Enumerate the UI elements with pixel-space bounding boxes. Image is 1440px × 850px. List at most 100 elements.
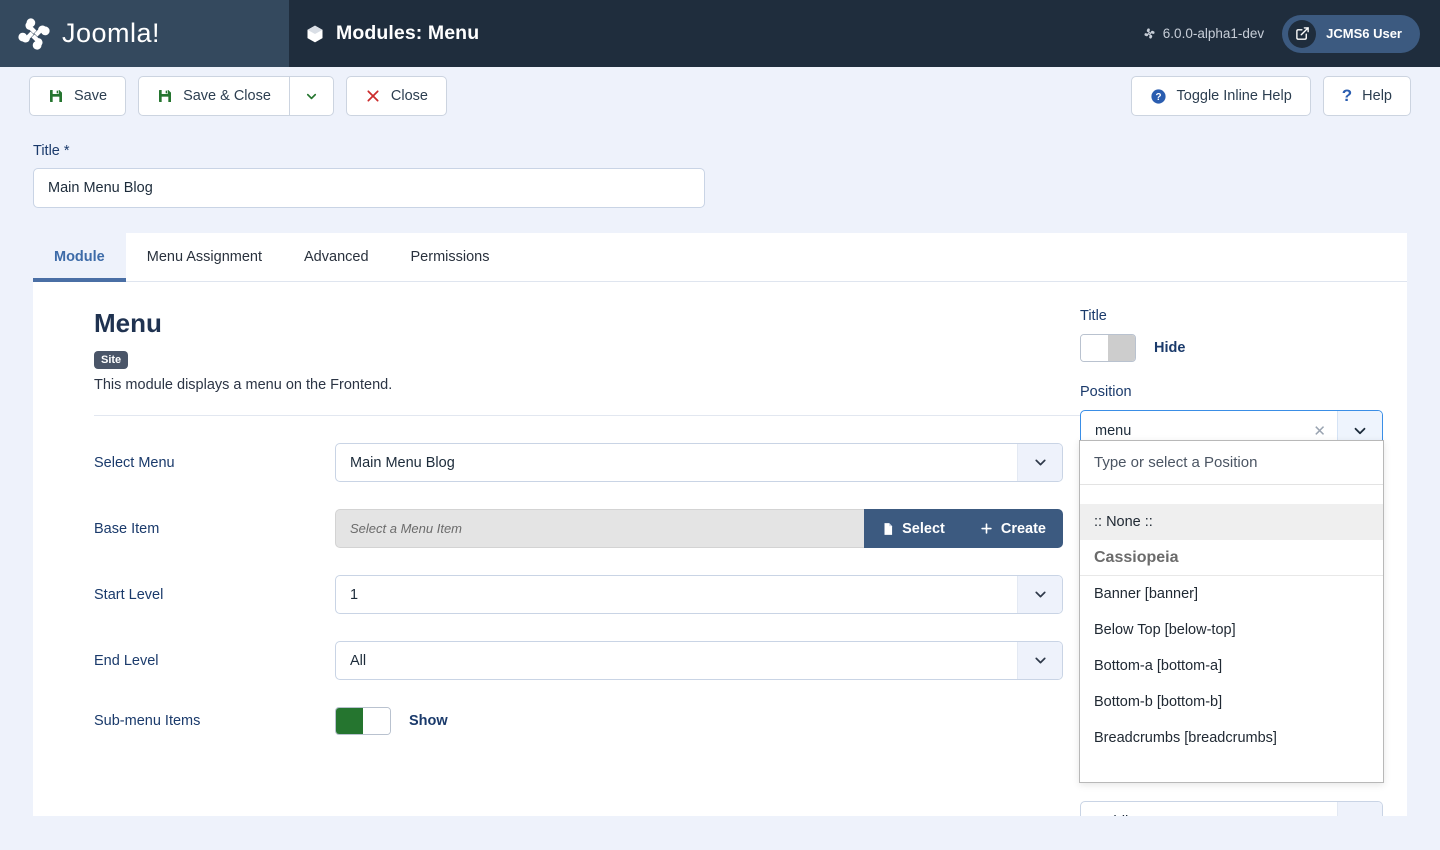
- base-item-input[interactable]: Select a Menu Item: [335, 509, 864, 548]
- toolbar: Save Save & Close Close: [0, 67, 1440, 125]
- question-mark-icon: ?: [1342, 86, 1352, 106]
- chevron-down-icon: [1017, 576, 1062, 613]
- end-level-value: All: [350, 653, 366, 669]
- submenu-items-state: Show: [409, 713, 448, 729]
- field-row-start-level: Start Level 1: [94, 575, 1063, 614]
- toggle-inline-help-button[interactable]: ? Toggle Inline Help: [1131, 76, 1311, 116]
- file-icon: [881, 521, 895, 537]
- chevron-down-icon: [1017, 444, 1062, 481]
- toggle-on-half: [336, 708, 363, 734]
- svg-text:?: ?: [1155, 92, 1161, 103]
- base-item-label: Base Item: [94, 521, 335, 537]
- tab-permissions[interactable]: Permissions: [390, 233, 511, 282]
- cube-icon: [305, 24, 325, 44]
- floppy-disk-icon: [48, 88, 64, 104]
- end-level-label: End Level: [94, 653, 335, 669]
- module-heading: Menu: [94, 308, 1063, 339]
- access-select[interactable]: Public: [1080, 801, 1383, 816]
- brand-label: Joomla!: [62, 18, 160, 49]
- tab-bar: Module Menu Assignment Advanced Permissi…: [33, 233, 1407, 282]
- module-main-column: Menu Site This module displays a menu on…: [33, 282, 1063, 816]
- submenu-items-label: Sub-menu Items: [94, 713, 335, 729]
- divider: [94, 415, 1084, 416]
- help-button[interactable]: ? Help: [1323, 76, 1411, 116]
- base-item-control: Select a Menu Item Select Create: [335, 509, 1063, 548]
- toolbar-right-group: ? Toggle Inline Help ? Help: [1131, 76, 1412, 116]
- sidebar-position-label: Position: [1080, 384, 1373, 400]
- module-sidebar-column: Title Hide Public Position menu ✕: [1063, 282, 1407, 816]
- dropdown-option-banner[interactable]: Banner [banner]: [1080, 576, 1383, 612]
- title-visibility-toggle[interactable]: [1080, 334, 1136, 362]
- page-title: Modules: Menu: [336, 22, 479, 45]
- start-level-value: 1: [350, 587, 358, 603]
- base-item-select-button[interactable]: Select: [864, 509, 962, 548]
- field-row-base-item: Base Item Select a Menu Item Select Crea…: [94, 509, 1063, 548]
- sidebar-title-label: Title: [1080, 308, 1373, 324]
- clear-x-icon[interactable]: ✕: [1313, 422, 1326, 440]
- end-level-dropdown[interactable]: All: [335, 641, 1063, 680]
- base-item-create-label: Create: [1001, 521, 1046, 537]
- joomla-logo[interactable]: Joomla!: [14, 14, 160, 54]
- app-header: Joomla! Modules: Menu 6.0.0-a: [0, 0, 1440, 67]
- brand-area: Joomla!: [0, 0, 289, 67]
- base-item-select-label: Select: [902, 521, 945, 537]
- dropdown-option-below-top[interactable]: Below Top [below-top]: [1080, 612, 1383, 648]
- version-badge: 6.0.0-alpha1-dev: [1143, 26, 1264, 41]
- select-menu-label: Select Menu: [94, 455, 335, 471]
- chevron-down-icon: [1337, 802, 1382, 816]
- field-row-submenu-items: Sub-menu Items Show: [94, 707, 1063, 735]
- title-field-block: Title *: [0, 125, 1440, 208]
- toggle-off-half: [363, 708, 390, 734]
- field-row-end-level: End Level All: [94, 641, 1063, 680]
- start-level-label: Start Level: [94, 587, 335, 603]
- base-item-create-button[interactable]: Create: [962, 509, 1063, 548]
- question-circle-icon: ?: [1150, 88, 1167, 105]
- dropdown-blank-option[interactable]: [1080, 485, 1383, 504]
- tab-advanced[interactable]: Advanced: [283, 233, 390, 282]
- close-button-label: Close: [391, 88, 428, 104]
- joomla-mark-icon: [1143, 27, 1156, 40]
- user-menu-button[interactable]: JCMS6 User: [1282, 15, 1420, 53]
- joomla-mark-icon: [14, 14, 54, 54]
- sidebar-title-group: Title Hide: [1080, 308, 1373, 362]
- submenu-items-toggle[interactable]: [335, 707, 391, 735]
- chevron-down-icon: [1017, 642, 1062, 679]
- plus-icon: [979, 521, 994, 536]
- dropdown-group-cassiopeia: Cassiopeia: [1080, 540, 1383, 576]
- dropdown-option-bottom-a[interactable]: Bottom-a [bottom-a]: [1080, 648, 1383, 684]
- access-value: Public: [1095, 813, 1136, 816]
- header-main: Modules: Menu 6.0.0-alpha1-dev: [289, 0, 1440, 67]
- select-menu-dropdown[interactable]: Main Menu Blog: [335, 443, 1063, 482]
- dropdown-option-bottom-b[interactable]: Bottom-b [bottom-b]: [1080, 684, 1383, 720]
- save-and-close-button[interactable]: Save & Close: [138, 76, 289, 116]
- tab-menu-assignment[interactable]: Menu Assignment: [126, 233, 283, 282]
- title-field-label: Title *: [33, 143, 1407, 159]
- site-badge: Site: [94, 351, 128, 369]
- dropdown-option-none[interactable]: :: None ::: [1080, 504, 1383, 540]
- dropdown-option-breadcrumbs[interactable]: Breadcrumbs [breadcrumbs]: [1080, 720, 1383, 756]
- save-dropdown-toggle[interactable]: [289, 76, 334, 116]
- position-value: menu: [1095, 423, 1131, 439]
- tabs-container: Module Menu Assignment Advanced Permissi…: [33, 233, 1407, 282]
- toggle-off-half: [1108, 335, 1135, 361]
- module-description: This module displays a menu on the Front…: [94, 377, 1063, 393]
- x-icon: [365, 88, 381, 104]
- title-input[interactable]: [33, 168, 705, 208]
- help-button-label: Help: [1362, 88, 1392, 104]
- header-right: 6.0.0-alpha1-dev JCMS6 User: [1143, 15, 1420, 53]
- tab-module[interactable]: Module: [33, 233, 126, 282]
- close-button[interactable]: Close: [346, 76, 447, 116]
- sidebar-title-row: Hide: [1080, 334, 1373, 362]
- toggle-on-half: [1081, 335, 1108, 361]
- external-link-icon: [1288, 20, 1316, 48]
- position-dropdown-panel: Type or select a Position :: None :: Cas…: [1079, 440, 1384, 783]
- chevron-down-icon: [304, 89, 319, 104]
- title-visibility-state: Hide: [1154, 340, 1185, 356]
- select-menu-value: Main Menu Blog: [350, 455, 455, 471]
- floppy-disk-icon: [157, 88, 173, 104]
- position-search-input[interactable]: Type or select a Position: [1080, 441, 1383, 485]
- start-level-dropdown[interactable]: 1: [335, 575, 1063, 614]
- toolbar-left-group: Save Save & Close Close: [29, 76, 447, 116]
- save-button[interactable]: Save: [29, 76, 126, 116]
- save-button-label: Save: [74, 88, 107, 104]
